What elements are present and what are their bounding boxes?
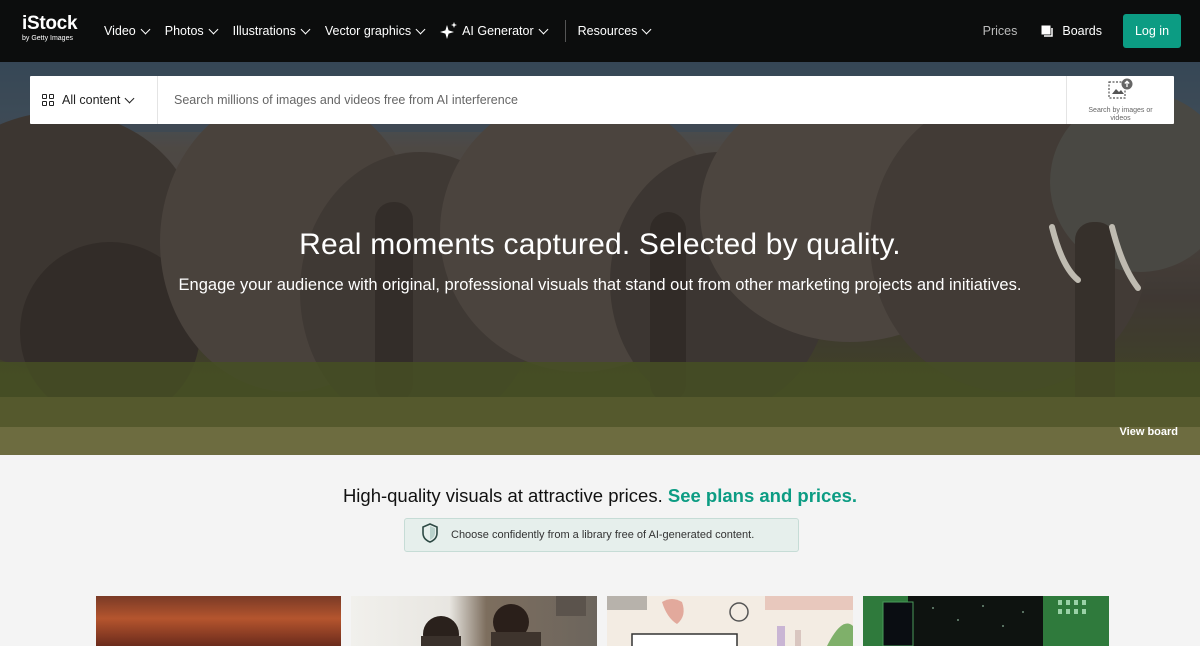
image-search-icon <box>1107 78 1135 105</box>
menu-item-ai-generator[interactable]: AI Generator <box>440 22 549 40</box>
boards-label: Boards <box>1062 24 1102 38</box>
chevron-down-icon <box>415 24 426 34</box>
menu-item-label: AI Generator <box>462 24 534 38</box>
menu-item-label: Illustrations <box>232 24 296 38</box>
search-input[interactable] <box>158 76 1066 124</box>
boards-button[interactable]: Boards <box>1041 24 1102 38</box>
prices-link[interactable]: Prices <box>983 24 1018 38</box>
top-nav: iStock by Getty Images Video Photos Illu… <box>0 0 1200 62</box>
plans-and-prices-link[interactable]: See plans and prices. <box>668 485 857 506</box>
visual-search-button[interactable]: Search by images or videos <box>1066 76 1174 124</box>
chevron-down-icon <box>140 24 151 34</box>
ai-banner-text: Choose confidently from a library free o… <box>451 529 755 541</box>
menu-item-label: Video <box>104 24 136 38</box>
grid-icon <box>42 94 54 106</box>
menu-item-label: Photos <box>164 24 204 38</box>
chevron-down-icon <box>641 24 652 34</box>
menu-item-photos[interactable]: Photos <box>164 24 219 38</box>
collection-thumbnail[interactable] <box>607 596 853 646</box>
boards-icon <box>1041 25 1054 38</box>
logo-tagline: by Getty Images <box>22 35 73 42</box>
menu-item-video[interactable]: Video <box>104 24 151 38</box>
visual-search-label: Search by images or videos <box>1088 106 1153 122</box>
sparkle-icon <box>440 22 458 40</box>
search-bar: All content Search by images or videos <box>30 76 1174 124</box>
shield-icon <box>421 522 439 548</box>
content-type-label: All content <box>62 93 121 107</box>
hero-banner: All content Search by images or videos R… <box>0 62 1200 455</box>
chevron-down-icon <box>300 24 311 34</box>
collection-thumbnail[interactable] <box>863 596 1109 646</box>
menu-item-illustrations[interactable]: Illustrations <box>232 24 311 38</box>
login-button[interactable]: Log in <box>1123 14 1181 48</box>
menu-item-resources[interactable]: Resources <box>577 24 652 38</box>
menu-item-label: Resources <box>577 24 638 38</box>
hero-title: Real moments captured. Selected by quali… <box>299 228 901 261</box>
menu-item-vector-graphics[interactable]: Vector graphics <box>324 24 426 38</box>
main-menu: Video Photos Illustrations Vector graphi… <box>104 0 666 62</box>
menu-item-label: Vector graphics <box>324 24 412 38</box>
featured-collections <box>96 596 1109 646</box>
content-type-dropdown[interactable]: All content <box>30 76 158 124</box>
logo-wordmark: iStock <box>22 13 78 34</box>
promo-text: High-quality visuals at attractive price… <box>342 485 663 506</box>
collection-thumbnail[interactable] <box>96 596 341 646</box>
hero-subtitle: Engage your audience with original, prof… <box>178 276 1022 294</box>
menu-divider <box>564 20 566 42</box>
collection-thumbnail[interactable] <box>351 596 597 646</box>
chevron-down-icon <box>538 24 549 34</box>
chevron-down-icon <box>124 93 135 103</box>
nav-actions: Prices Boards Log in <box>983 0 1181 62</box>
chevron-down-icon <box>208 24 219 34</box>
pricing-promo: High-quality visuals at attractive price… <box>0 485 1200 507</box>
view-board-link[interactable]: View board <box>1120 426 1178 438</box>
istock-logo[interactable]: iStock by Getty Images <box>22 14 88 46</box>
ai-free-banner: Choose confidently from a library free o… <box>404 518 799 552</box>
